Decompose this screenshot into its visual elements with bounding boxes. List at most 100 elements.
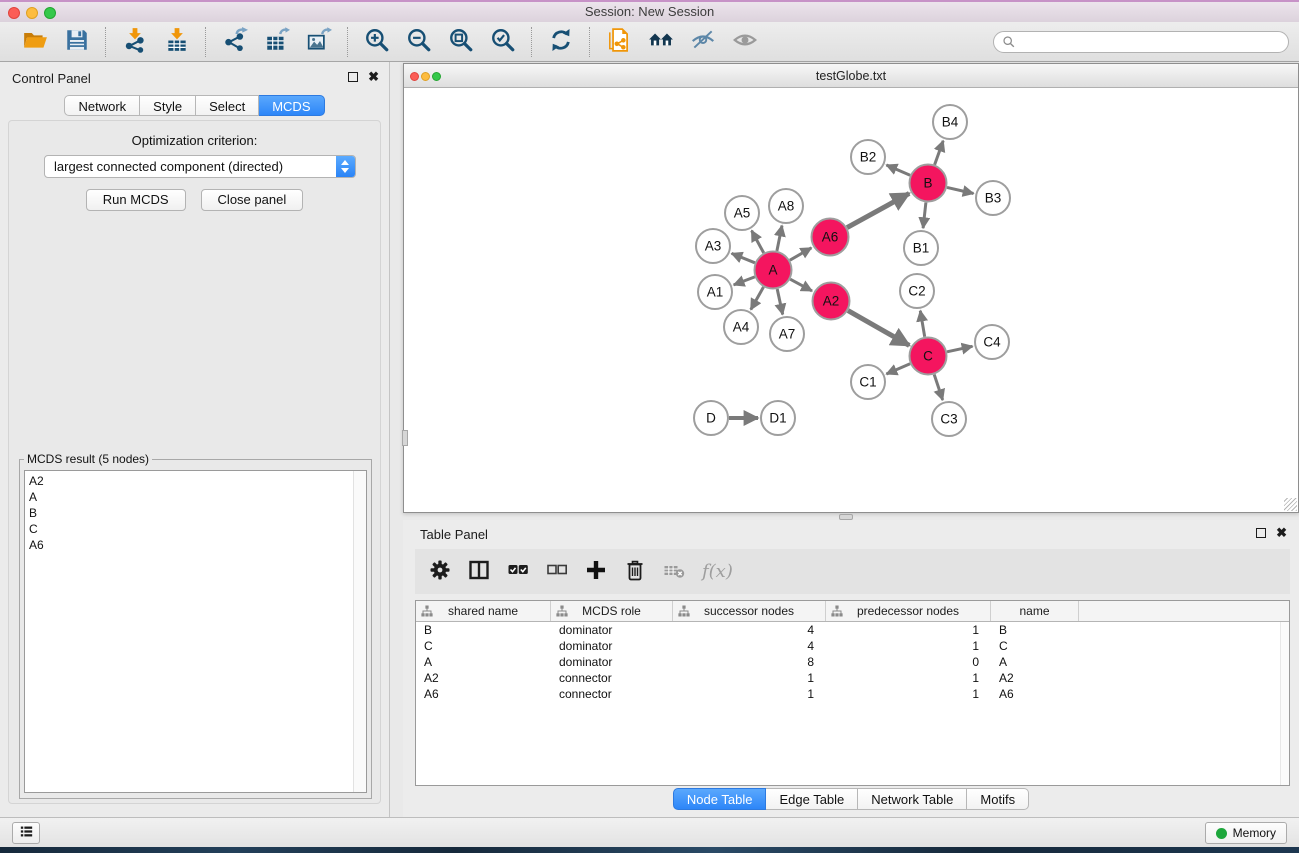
table-row[interactable]: Adominator80A <box>416 654 1289 670</box>
minimize-window-button[interactable] <box>26 7 38 19</box>
column-header-successor-nodes[interactable]: successor nodes <box>673 601 826 621</box>
mcds-result-list[interactable]: A2ABCA6 <box>24 470 367 793</box>
search-field[interactable] <box>993 31 1289 53</box>
edge-C-C4[interactable] <box>947 346 973 352</box>
column-header-name[interactable]: name <box>991 601 1079 621</box>
edge-A2-C[interactable] <box>848 311 909 346</box>
import-network-button[interactable] <box>116 25 153 59</box>
edge-A-A5[interactable] <box>752 231 764 253</box>
double-home-icon <box>648 27 674 56</box>
zoom-out-magnifier-button[interactable] <box>400 25 437 59</box>
close-panel-button[interactable]: Close panel <box>201 189 304 211</box>
run-mcds-button[interactable]: Run MCDS <box>86 189 186 211</box>
mcds-result-item[interactable]: C <box>25 521 366 537</box>
resize-grip[interactable] <box>1284 498 1297 511</box>
window-title: Session: New Session <box>0 2 1299 22</box>
edge-C-C2[interactable] <box>920 311 924 337</box>
export-table-button[interactable] <box>258 25 295 59</box>
double-home-button[interactable] <box>642 25 679 59</box>
trash-button[interactable] <box>616 552 654 592</box>
import-table-button[interactable] <box>158 25 195 59</box>
edge-A-A4[interactable] <box>751 287 764 310</box>
export-network-button[interactable] <box>216 25 253 59</box>
mcds-result-item[interactable]: A <box>25 489 366 505</box>
search-input[interactable] <box>1021 35 1280 49</box>
edge-B-B3[interactable] <box>947 187 974 193</box>
edge-B-B2[interactable] <box>886 165 910 175</box>
table-row[interactable]: A6connector11A6 <box>416 686 1289 702</box>
checked-pair-button[interactable] <box>499 552 537 592</box>
zoom-in-magnifier-button[interactable] <box>358 25 395 59</box>
zoom-window-button[interactable] <box>44 7 56 19</box>
network-close-button[interactable] <box>410 72 419 81</box>
tab-network[interactable]: Network <box>64 95 140 116</box>
edge-A-A2[interactable] <box>790 279 812 291</box>
edge-A6-B[interactable] <box>847 193 909 227</box>
table-tab-edge-table[interactable]: Edge Table <box>766 788 858 810</box>
edge-A-A6[interactable] <box>790 248 812 260</box>
edge-A-A1[interactable] <box>734 277 755 285</box>
table-tab-network-table[interactable]: Network Table <box>858 788 967 810</box>
edge-A-A8[interactable] <box>777 226 782 251</box>
refresh-arrows-button[interactable] <box>542 25 579 59</box>
close-table-panel-icon[interactable]: ✖ <box>1276 527 1287 539</box>
edge-B-B4[interactable] <box>935 141 944 165</box>
float-panel-icon[interactable] <box>348 72 358 82</box>
cell-successor-nodes: 1 <box>673 686 826 702</box>
edge-A-A3[interactable] <box>732 253 755 262</box>
table-header-row: shared nameMCDS rolesuccessor nodesprede… <box>416 601 1289 622</box>
split-columns-button[interactable] <box>460 552 498 592</box>
table-scrollbar[interactable] <box>1280 622 1289 785</box>
zoom-fit-magnifier-button[interactable] <box>442 25 479 59</box>
float-table-panel-icon[interactable] <box>1256 528 1266 538</box>
save-floppy-button[interactable] <box>58 25 95 59</box>
gear-button[interactable] <box>421 552 459 592</box>
column-header-mcds-role[interactable]: MCDS role <box>551 601 673 621</box>
mcds-result-item[interactable]: A6 <box>25 537 366 553</box>
edge-A-A7[interactable] <box>777 289 783 315</box>
network-minimize-button[interactable] <box>421 72 430 81</box>
table-row[interactable]: Cdominator41C <box>416 638 1289 654</box>
control-panel: Control Panel ✖ NetworkStyleSelectMCDS O… <box>0 62 390 817</box>
node-label-A5: A5 <box>734 206 751 221</box>
memory-button[interactable]: Memory <box>1205 822 1287 844</box>
zoom-check-magnifier-button[interactable] <box>484 25 521 59</box>
result-scrollbar[interactable] <box>353 471 366 792</box>
table-tab-node-table[interactable]: Node Table <box>673 788 767 810</box>
tab-select[interactable]: Select <box>196 95 259 116</box>
column-header-shared-name[interactable]: shared name <box>416 601 551 621</box>
cell-name: A <box>991 654 1079 670</box>
document-share-button[interactable] <box>600 25 637 59</box>
tab-mcds[interactable]: MCDS <box>259 95 324 116</box>
table-row[interactable]: Bdominator41B <box>416 622 1289 638</box>
table-tab-motifs[interactable]: Motifs <box>967 788 1029 810</box>
edge-C-C3[interactable] <box>934 375 943 401</box>
list-button[interactable] <box>12 822 40 844</box>
export-image-button[interactable] <box>300 25 337 59</box>
plus-button[interactable] <box>577 552 615 592</box>
open-folder-button[interactable] <box>16 25 53 59</box>
network-window-titlebar[interactable]: testGlobe.txt <box>404 64 1298 88</box>
table-body: Bdominator41BCdominator41CAdominator80AA… <box>416 622 1289 702</box>
edge-C-C1[interactable] <box>886 364 910 374</box>
close-panel-icon[interactable]: ✖ <box>368 71 379 83</box>
network-zoom-button[interactable] <box>432 72 441 81</box>
unchecked-pair-button[interactable] <box>538 552 576 592</box>
optimization-criterion-label: Optimization criterion: <box>9 133 380 148</box>
column-header-predecessor-nodes[interactable]: predecessor nodes <box>826 601 991 621</box>
eye-button[interactable] <box>726 25 763 59</box>
cell-shared-name: A2 <box>416 670 551 686</box>
table-row[interactable]: A2connector11A2 <box>416 670 1289 686</box>
mcds-result-item[interactable]: B <box>25 505 366 521</box>
eye-strikethrough-button[interactable] <box>684 25 721 59</box>
network-canvas[interactable]: B4B2BB3A5A8A6B1A3AA1C2A4A7A2C4CC1C3DD1 <box>404 88 1298 512</box>
mcds-result-item[interactable]: A2 <box>25 473 366 489</box>
table-delete-button <box>655 552 693 592</box>
edge-B-B1[interactable] <box>923 202 926 228</box>
tab-style[interactable]: Style <box>140 95 196 116</box>
node-label-C3: C3 <box>940 412 957 427</box>
splitter-handle-vertical[interactable] <box>402 430 408 446</box>
close-window-button[interactable] <box>8 7 20 19</box>
save-floppy-icon <box>64 27 90 56</box>
criterion-dropdown[interactable]: largest connected component (directed) <box>44 155 356 178</box>
